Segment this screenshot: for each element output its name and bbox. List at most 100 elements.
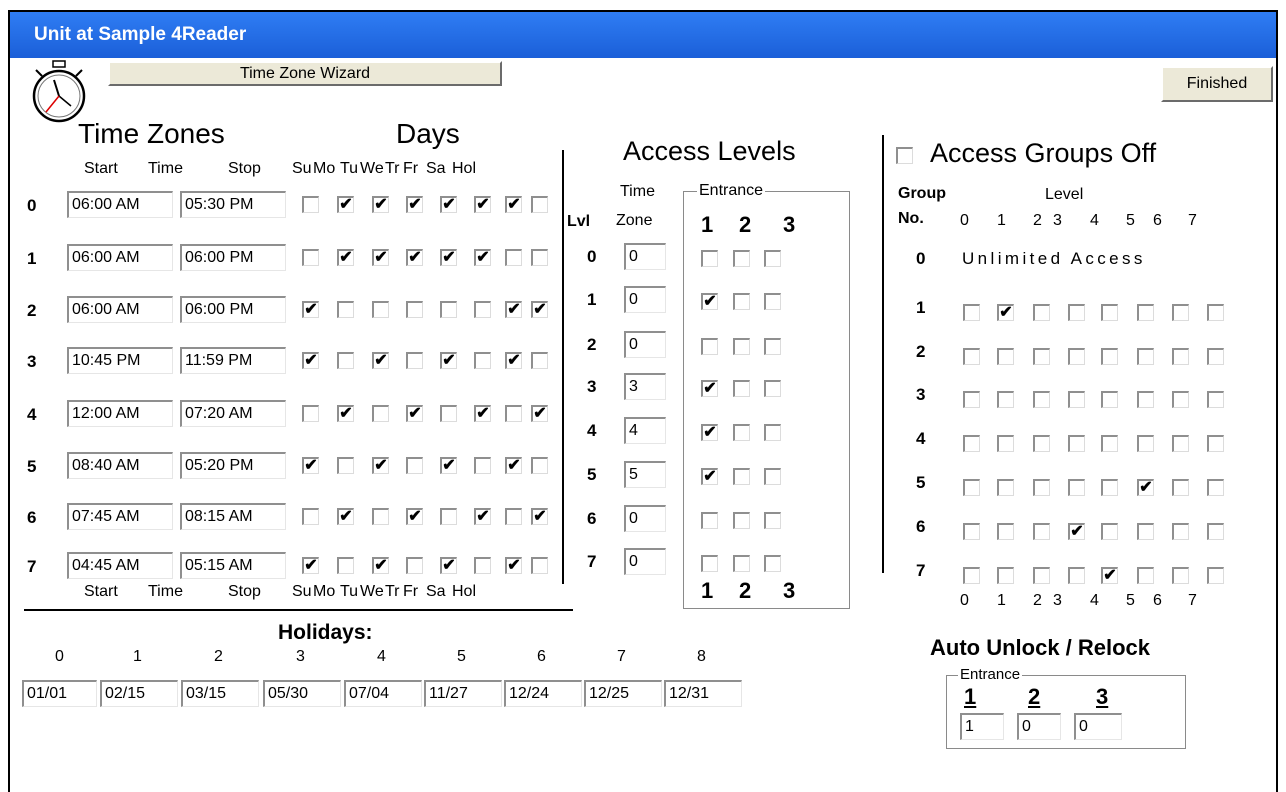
level-7-checkbox[interactable] — [1207, 567, 1224, 584]
level-6-checkbox[interactable] — [1172, 567, 1189, 584]
level-3-checkbox[interactable] — [1068, 304, 1085, 321]
stop-time-field[interactable]: 05:20 PM — [180, 452, 286, 479]
entrance-3-checkbox[interactable] — [764, 380, 781, 397]
holiday-date-field[interactable]: 05/30 — [263, 680, 341, 707]
level-4-checkbox[interactable] — [1101, 304, 1118, 321]
start-time-field[interactable]: 07:45 AM — [67, 503, 173, 530]
level-0-checkbox[interactable] — [963, 348, 980, 365]
stop-time-field[interactable]: 07:20 AM — [180, 400, 286, 427]
day-checkbox-fr[interactable] — [474, 352, 491, 369]
entrance-2-checkbox[interactable] — [733, 424, 750, 441]
day-checkbox-sa[interactable] — [505, 249, 522, 266]
level-0-checkbox[interactable] — [963, 523, 980, 540]
level-7-checkbox[interactable] — [1207, 391, 1224, 408]
level-6-checkbox[interactable] — [1172, 348, 1189, 365]
level-0-checkbox[interactable] — [963, 435, 980, 452]
level-0-checkbox[interactable] — [963, 304, 980, 321]
entrance-2-checkbox[interactable] — [733, 250, 750, 267]
level-1-checkbox[interactable] — [997, 348, 1014, 365]
level-2-checkbox[interactable] — [1033, 479, 1050, 496]
level-2-checkbox[interactable] — [1033, 523, 1050, 540]
day-checkbox-tr[interactable] — [440, 405, 457, 422]
stop-time-field[interactable]: 06:00 PM — [180, 244, 286, 271]
entrance-2-checkbox[interactable] — [733, 512, 750, 529]
level-3-checkbox[interactable] — [1068, 391, 1085, 408]
time-zone-field[interactable]: 4 — [624, 417, 666, 444]
day-checkbox-hol[interactable] — [531, 557, 548, 574]
day-checkbox-su[interactable] — [302, 196, 319, 213]
time-zone-field[interactable]: 0 — [624, 548, 666, 575]
entrance-1-checkbox[interactable]: ✔ — [701, 380, 718, 397]
day-checkbox-we[interactable]: ✔ — [406, 249, 423, 266]
holiday-date-field[interactable]: 02/15 — [100, 680, 178, 707]
day-checkbox-hol[interactable] — [531, 249, 548, 266]
level-4-checkbox[interactable] — [1101, 391, 1118, 408]
level-4-checkbox[interactable] — [1101, 523, 1118, 540]
holiday-date-field[interactable]: 12/31 — [664, 680, 742, 707]
entrance-3-checkbox[interactable] — [764, 293, 781, 310]
entrance-1-checkbox[interactable] — [701, 512, 718, 529]
day-checkbox-tr[interactable]: ✔ — [440, 249, 457, 266]
level-6-checkbox[interactable] — [1172, 523, 1189, 540]
level-6-checkbox[interactable] — [1172, 435, 1189, 452]
holiday-date-field[interactable]: 07/04 — [344, 680, 422, 707]
time-zone-field[interactable]: 3 — [624, 373, 666, 400]
level-4-checkbox[interactable] — [1101, 435, 1118, 452]
level-5-checkbox[interactable] — [1137, 391, 1154, 408]
level-0-checkbox[interactable] — [963, 479, 980, 496]
level-3-checkbox[interactable] — [1068, 435, 1085, 452]
day-checkbox-fr[interactable] — [474, 301, 491, 318]
level-2-checkbox[interactable] — [1033, 391, 1050, 408]
day-checkbox-mo[interactable] — [337, 301, 354, 318]
day-checkbox-we[interactable] — [406, 301, 423, 318]
level-5-checkbox[interactable] — [1137, 567, 1154, 584]
day-checkbox-tr[interactable]: ✔ — [440, 352, 457, 369]
level-4-checkbox[interactable] — [1101, 348, 1118, 365]
level-1-checkbox[interactable] — [997, 435, 1014, 452]
day-checkbox-fr[interactable]: ✔ — [474, 196, 491, 213]
day-checkbox-fr[interactable] — [474, 557, 491, 574]
level-1-checkbox[interactable]: ✔ — [997, 304, 1014, 321]
level-2-checkbox[interactable] — [1033, 435, 1050, 452]
entrance-1-checkbox[interactable] — [701, 555, 718, 572]
stop-time-field[interactable]: 06:00 PM — [180, 296, 286, 323]
day-checkbox-su[interactable]: ✔ — [302, 457, 319, 474]
entrance-3-checkbox[interactable] — [764, 250, 781, 267]
entrance-3-checkbox[interactable] — [764, 512, 781, 529]
entrance-3-checkbox[interactable] — [764, 468, 781, 485]
day-checkbox-sa[interactable]: ✔ — [505, 196, 522, 213]
time-zone-field[interactable]: 5 — [624, 461, 666, 488]
day-checkbox-mo[interactable] — [337, 457, 354, 474]
entrance-2-checkbox[interactable] — [733, 555, 750, 572]
entrance-2-checkbox[interactable] — [733, 293, 750, 310]
start-time-field[interactable]: 04:45 AM — [67, 552, 173, 579]
start-time-field[interactable]: 12:00 AM — [67, 400, 173, 427]
day-checkbox-we[interactable] — [406, 457, 423, 474]
day-checkbox-tu[interactable]: ✔ — [372, 249, 389, 266]
level-1-checkbox[interactable] — [997, 391, 1014, 408]
day-checkbox-tu[interactable] — [372, 405, 389, 422]
finished-button[interactable]: Finished — [1161, 66, 1273, 102]
stop-time-field[interactable]: 08:15 AM — [180, 503, 286, 530]
day-checkbox-fr[interactable]: ✔ — [474, 405, 491, 422]
day-checkbox-mo[interactable]: ✔ — [337, 508, 354, 525]
day-checkbox-tu[interactable]: ✔ — [372, 457, 389, 474]
day-checkbox-tu[interactable] — [372, 301, 389, 318]
entrance-2-checkbox[interactable] — [733, 380, 750, 397]
day-checkbox-sa[interactable] — [505, 405, 522, 422]
level-7-checkbox[interactable] — [1207, 523, 1224, 540]
level-2-checkbox[interactable] — [1033, 304, 1050, 321]
day-checkbox-tu[interactable] — [372, 508, 389, 525]
start-time-field[interactable]: 06:00 AM — [67, 296, 173, 323]
holiday-date-field[interactable]: 11/27 — [424, 680, 502, 707]
level-3-checkbox[interactable] — [1068, 348, 1085, 365]
level-2-checkbox[interactable] — [1033, 567, 1050, 584]
holiday-date-field[interactable]: 01/01 — [22, 680, 97, 707]
stop-time-field[interactable]: 11:59 PM — [180, 347, 286, 374]
level-3-checkbox[interactable] — [1068, 479, 1085, 496]
day-checkbox-sa[interactable]: ✔ — [505, 457, 522, 474]
entrance-2-checkbox[interactable] — [733, 338, 750, 355]
time-zone-field[interactable]: 0 — [624, 243, 666, 270]
level-2-checkbox[interactable] — [1033, 348, 1050, 365]
level-6-checkbox[interactable] — [1172, 479, 1189, 496]
